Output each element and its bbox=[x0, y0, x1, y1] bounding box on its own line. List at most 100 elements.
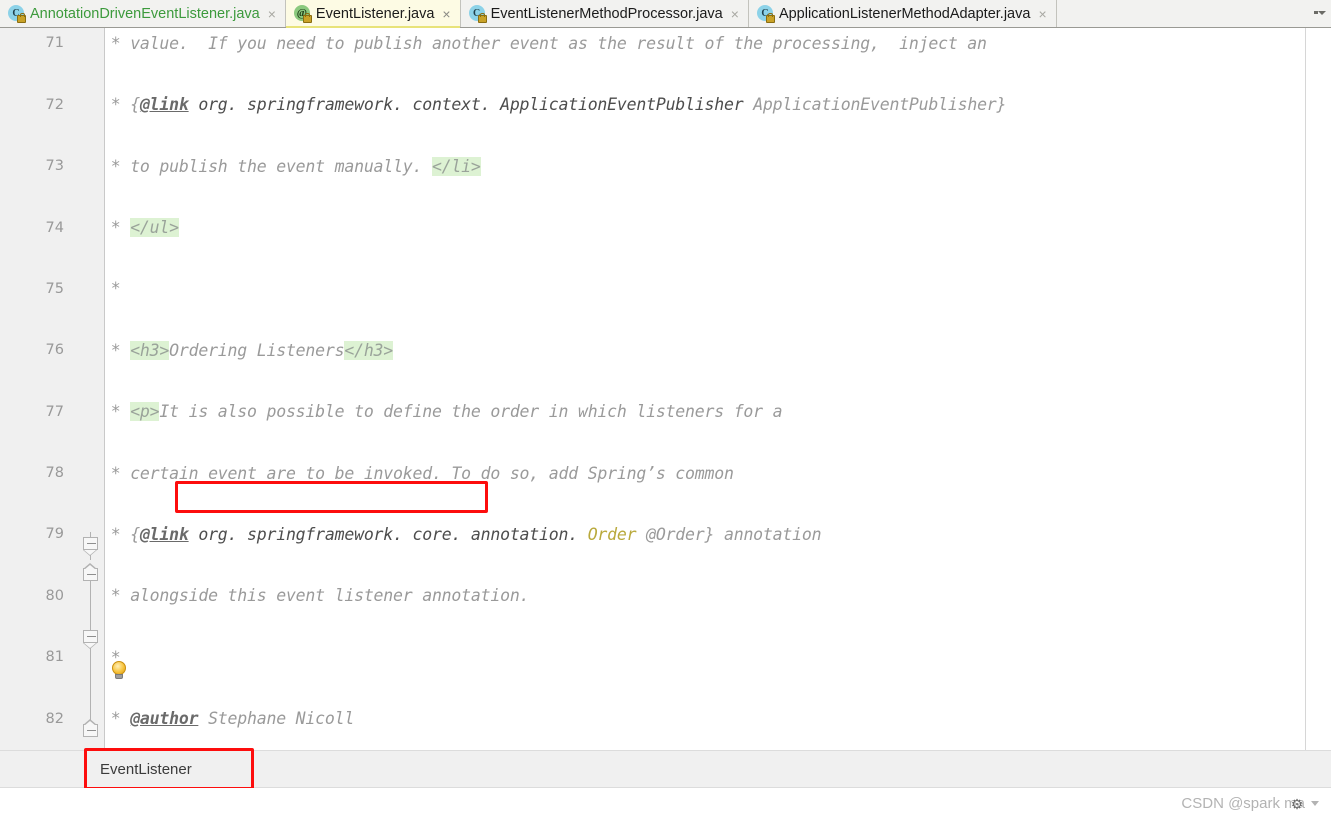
editor-tab-bar: C AnnotationDrivenEventListener.java × @ Eve… bbox=[0, 0, 1331, 28]
gear-icon: ⚙ bbox=[1290, 795, 1304, 812]
line-number: 80 bbox=[45, 587, 64, 604]
code-text[interactable]: * bbox=[101, 274, 121, 305]
token-cm: * bbox=[101, 340, 131, 360]
token-cm: * bbox=[101, 218, 131, 237]
fold-marker-92[interactable] bbox=[83, 719, 100, 744]
editor-tab-1[interactable]: @ EventListener.java × bbox=[285, 0, 461, 28]
code-text[interactable]: * {@link org. springframework. core. ann… bbox=[101, 519, 822, 550]
token-cm: * value. If you need to publish another … bbox=[101, 33, 987, 53]
line-number: 73 bbox=[45, 158, 64, 175]
status-bar: CSDN @spark ma ⚙ bbox=[0, 788, 1331, 818]
fold-marker-89[interactable] bbox=[83, 630, 100, 650]
token-cmtag: </li> bbox=[431, 156, 481, 176]
lock-icon bbox=[477, 13, 487, 23]
editor-tab-label: ApplicationListenerMethodAdapter.java bbox=[778, 5, 1031, 22]
code-text[interactable]: * </ul> bbox=[101, 212, 179, 243]
code-text[interactable]: * <h3> Ordering Listeners </h3> bbox=[101, 335, 393, 366]
token-cmtag: </h3> bbox=[344, 340, 394, 360]
watermark-text: CSDN @spark ma bbox=[1181, 794, 1305, 812]
token-cm: * bbox=[101, 279, 121, 299]
line-number: 78 bbox=[45, 465, 64, 482]
java-annotation-icon: @ bbox=[293, 5, 312, 23]
code-editor[interactable]: 71 * value. If you need to publish anoth… bbox=[0, 28, 1331, 780]
java-class-icon: C bbox=[8, 5, 26, 23]
line-number: 71 bbox=[45, 35, 64, 52]
code-text[interactable]: * <p> It is also possible to define the o… bbox=[101, 396, 783, 427]
code-text[interactable]: * certain event are to be invoked. To do… bbox=[101, 458, 734, 489]
code-line: 77 * <p> It is also possible to define th… bbox=[0, 396, 1331, 427]
code-line: 82 * @author Stephane Nicoll bbox=[0, 703, 1331, 734]
close-icon[interactable]: × bbox=[268, 7, 276, 21]
code-line: 74 * </ul> bbox=[0, 212, 1331, 243]
token-cm: * certain event are to be invoked. To do… bbox=[101, 463, 734, 483]
editor-tab-3[interactable]: C ApplicationListenerMethodAdapter.java × bbox=[748, 0, 1057, 27]
java-class-icon: C bbox=[756, 5, 775, 23]
line-number: 81 bbox=[45, 649, 64, 666]
token-jdtag: @link bbox=[139, 524, 189, 544]
code-line: 81 * bbox=[0, 642, 1331, 673]
line-number: 77 bbox=[45, 403, 64, 420]
token-jdtag: @link bbox=[139, 95, 189, 115]
close-icon[interactable]: × bbox=[1038, 7, 1046, 21]
token-jdref: org. springframework. core. annotation. bbox=[188, 524, 588, 544]
line-number: 76 bbox=[45, 342, 64, 359]
token-cm: * bbox=[101, 709, 131, 729]
token-cm: * to publish the event manually. bbox=[101, 156, 432, 176]
token-cm: It is also possible to define the order … bbox=[159, 402, 783, 422]
close-icon[interactable]: × bbox=[442, 7, 450, 21]
token-cm: Ordering Listeners bbox=[169, 340, 345, 360]
token-cm: * bbox=[101, 402, 131, 422]
token-cmtag: <p> bbox=[130, 402, 160, 422]
code-text[interactable]: * value. If you need to publish another … bbox=[101, 28, 987, 59]
line-number: 82 bbox=[45, 710, 64, 727]
editor-tab-label: EventListenerMethodProcessor.java bbox=[490, 5, 723, 22]
token-jdref: org. springframework. context. Applicati… bbox=[188, 95, 754, 115]
token-cmtag: <h3> bbox=[130, 340, 170, 360]
java-class-icon: C bbox=[468, 5, 487, 23]
code-line: 73 * to publish the event manually. </li… bbox=[0, 151, 1331, 182]
lock-icon bbox=[17, 13, 26, 23]
breadcrumb-bar[interactable]: EventListener bbox=[0, 750, 1331, 788]
code-lines: 71 * value. If you need to publish anoth… bbox=[0, 28, 1331, 780]
breadcrumb-item-eventlistener[interactable]: EventListener bbox=[0, 761, 192, 778]
line-number: 75 bbox=[45, 280, 64, 297]
fold-marker-86[interactable] bbox=[83, 537, 100, 557]
token-ordr: Order bbox=[587, 524, 637, 544]
token-jdtag: @author bbox=[130, 709, 199, 729]
code-text[interactable]: * to publish the event manually. </li> bbox=[101, 151, 481, 182]
code-line: 80 * alongside this event listener annot… bbox=[0, 580, 1331, 611]
editor-tab-label: EventListener.java bbox=[315, 5, 435, 22]
code-text[interactable]: * @author Stephane Nicoll bbox=[101, 703, 355, 734]
editor-tab-label: AnnotationDrivenEventListener.java bbox=[30, 5, 260, 22]
token-cm: * { bbox=[101, 524, 140, 544]
line-number: 79 bbox=[45, 526, 64, 543]
code-line: 71 * value. If you need to publish anoth… bbox=[0, 28, 1331, 59]
code-line: 78 * certain event are to be invoked. To… bbox=[0, 458, 1331, 489]
token-cm: annotation bbox=[714, 524, 822, 544]
code-line: 75 * bbox=[0, 274, 1331, 305]
token-jdval: @Order} bbox=[636, 524, 715, 544]
token-cm: * { bbox=[101, 95, 140, 115]
token-jdval: ApplicationEventPublisher} bbox=[753, 95, 1007, 115]
csdn-watermark: CSDN @spark ma ⚙ bbox=[1181, 795, 1319, 812]
lock-icon bbox=[765, 13, 775, 23]
token-cm: Stephane Nicoll bbox=[198, 709, 355, 729]
lock-icon bbox=[302, 13, 312, 23]
token-cmtag: </ul> bbox=[130, 218, 179, 237]
lightbulb-icon[interactable] bbox=[111, 661, 128, 681]
code-text[interactable]: * alongside this event listener annotati… bbox=[101, 580, 530, 611]
ide-window: C AnnotationDrivenEventListener.java × @ Eve… bbox=[0, 0, 1331, 818]
code-text[interactable]: * {@link org. springframework. context. … bbox=[101, 89, 1007, 120]
code-line: 76 * <h3> Ordering Listeners </h3> bbox=[0, 335, 1331, 366]
editor-tab-2[interactable]: C EventListenerMethodProcessor.java × bbox=[460, 0, 749, 27]
fold-marker-87[interactable] bbox=[83, 563, 100, 588]
close-icon[interactable]: × bbox=[731, 7, 739, 21]
code-line: 72 * {@link org. springframework. contex… bbox=[0, 89, 1331, 120]
token-cm: * alongside this event listener annotati… bbox=[101, 586, 530, 606]
chevron-down-icon[interactable] bbox=[1314, 6, 1326, 18]
caret-down-icon bbox=[1311, 800, 1319, 806]
code-line: 79 * {@link org. springframework. core. … bbox=[0, 519, 1331, 550]
line-number: 74 bbox=[45, 219, 64, 236]
editor-tab-0[interactable]: C AnnotationDrivenEventListener.java × bbox=[0, 0, 286, 27]
line-number: 72 bbox=[45, 96, 64, 113]
